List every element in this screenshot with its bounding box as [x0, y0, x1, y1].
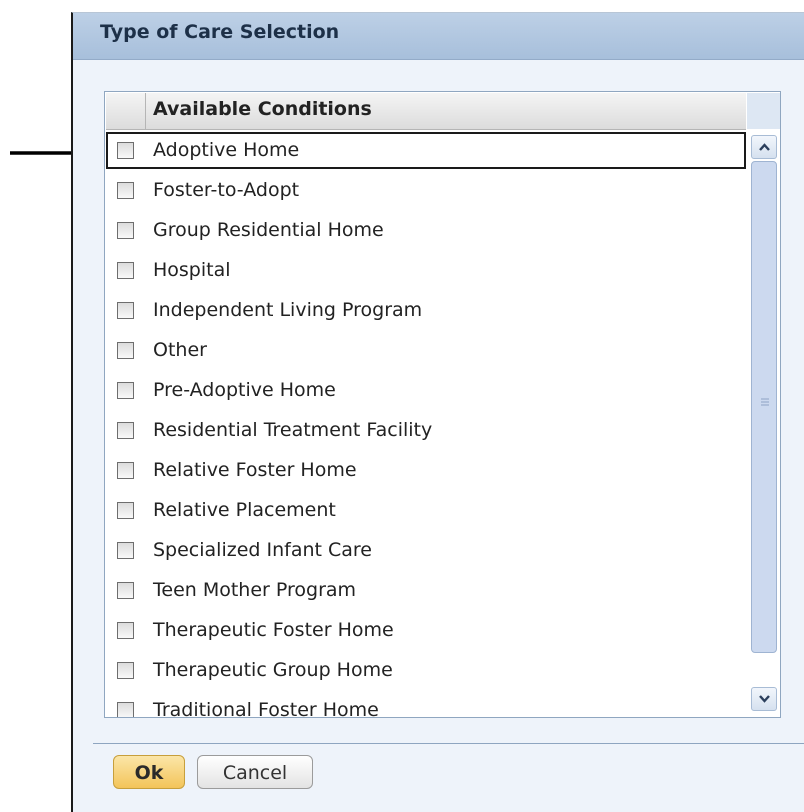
list-item[interactable]: Adoptive Home	[106, 132, 746, 169]
footer-divider	[93, 743, 804, 744]
item-checkbox[interactable]	[117, 702, 134, 717]
item-label: Other	[153, 339, 207, 361]
item-label: Teen Mother Program	[153, 579, 357, 601]
list-header: Available Conditions	[106, 93, 746, 130]
list-scrollbar[interactable]	[747, 131, 780, 717]
item-label: Group Residential Home	[153, 219, 384, 241]
item-label: Independent Living Program	[153, 299, 423, 321]
scroll-down-icon	[759, 695, 770, 703]
list-item[interactable]: Residential Treatment Facility	[106, 412, 746, 452]
item-label: Specialized Infant Care	[153, 539, 373, 561]
scroll-thumb[interactable]	[751, 161, 777, 653]
list-item[interactable]: Hospital	[106, 252, 746, 292]
cancel-button[interactable]: Cancel	[197, 755, 313, 789]
list-item[interactable]: Relative Foster Home	[106, 452, 746, 492]
list-item[interactable]: Therapeutic Group Home	[106, 652, 746, 692]
item-label: Relative Foster Home	[153, 459, 357, 481]
list-item[interactable]: Relative Placement	[106, 492, 746, 532]
list-item[interactable]: Foster-to-Adopt	[106, 172, 746, 212]
scroll-grip-icon	[761, 398, 769, 406]
item-checkbox[interactable]	[117, 662, 134, 679]
scroll-up-button[interactable]	[751, 135, 777, 159]
item-checkbox[interactable]	[117, 142, 134, 159]
item-checkbox[interactable]	[117, 342, 134, 359]
list-item[interactable]: Pre-Adoptive Home	[106, 372, 746, 412]
header-checkbox-column	[106, 93, 146, 129]
item-label: Adoptive Home	[153, 139, 300, 161]
item-checkbox[interactable]	[117, 182, 134, 199]
item-checkbox[interactable]	[117, 382, 134, 399]
list-item[interactable]: Independent Living Program	[106, 292, 746, 332]
item-checkbox[interactable]	[117, 622, 134, 639]
item-checkbox[interactable]	[117, 542, 134, 559]
item-checkbox[interactable]	[117, 502, 134, 519]
item-checkbox[interactable]	[117, 422, 134, 439]
ok-button[interactable]: Ok	[113, 755, 185, 789]
item-checkbox[interactable]	[117, 462, 134, 479]
list-item[interactable]: Teen Mother Program	[106, 572, 746, 612]
type-of-care-dialog: Type of Care Selection Available Conditi…	[71, 12, 804, 812]
item-label: Residential Treatment Facility	[153, 419, 433, 441]
item-label: Pre-Adoptive Home	[153, 379, 336, 401]
scroll-up-icon	[759, 143, 770, 151]
item-checkbox[interactable]	[117, 582, 134, 599]
item-label: Hospital	[153, 259, 231, 281]
column-header-available-conditions: Available Conditions	[153, 98, 372, 120]
item-label: Traditional Foster Home	[153, 699, 379, 718]
scroll-down-button[interactable]	[751, 687, 777, 711]
list-item[interactable]: Traditional Foster Home	[106, 692, 746, 718]
item-checkbox[interactable]	[117, 302, 134, 319]
conditions-list: Available Conditions Adoptive Home Foster…	[104, 91, 781, 718]
item-label: Therapeutic Group Home	[153, 659, 393, 681]
item-label: Relative Placement	[153, 499, 336, 521]
list-item[interactable]: Group Residential Home	[106, 212, 746, 252]
list-rows: Adoptive Home Foster-to-Adopt Group Reside…	[106, 132, 746, 718]
dialog-title: Type of Care Selection	[100, 21, 340, 43]
list-item[interactable]: Therapeutic Foster Home	[106, 612, 746, 652]
item-checkbox[interactable]	[117, 222, 134, 239]
dialog-titlebar: Type of Care Selection	[73, 13, 804, 60]
item-checkbox[interactable]	[117, 262, 134, 279]
item-label: Therapeutic Foster Home	[153, 619, 394, 641]
item-label: Foster-to-Adopt	[153, 179, 300, 201]
header-filler	[747, 93, 780, 129]
list-item[interactable]: Other	[106, 332, 746, 372]
list-item[interactable]: Specialized Infant Care	[106, 532, 746, 572]
